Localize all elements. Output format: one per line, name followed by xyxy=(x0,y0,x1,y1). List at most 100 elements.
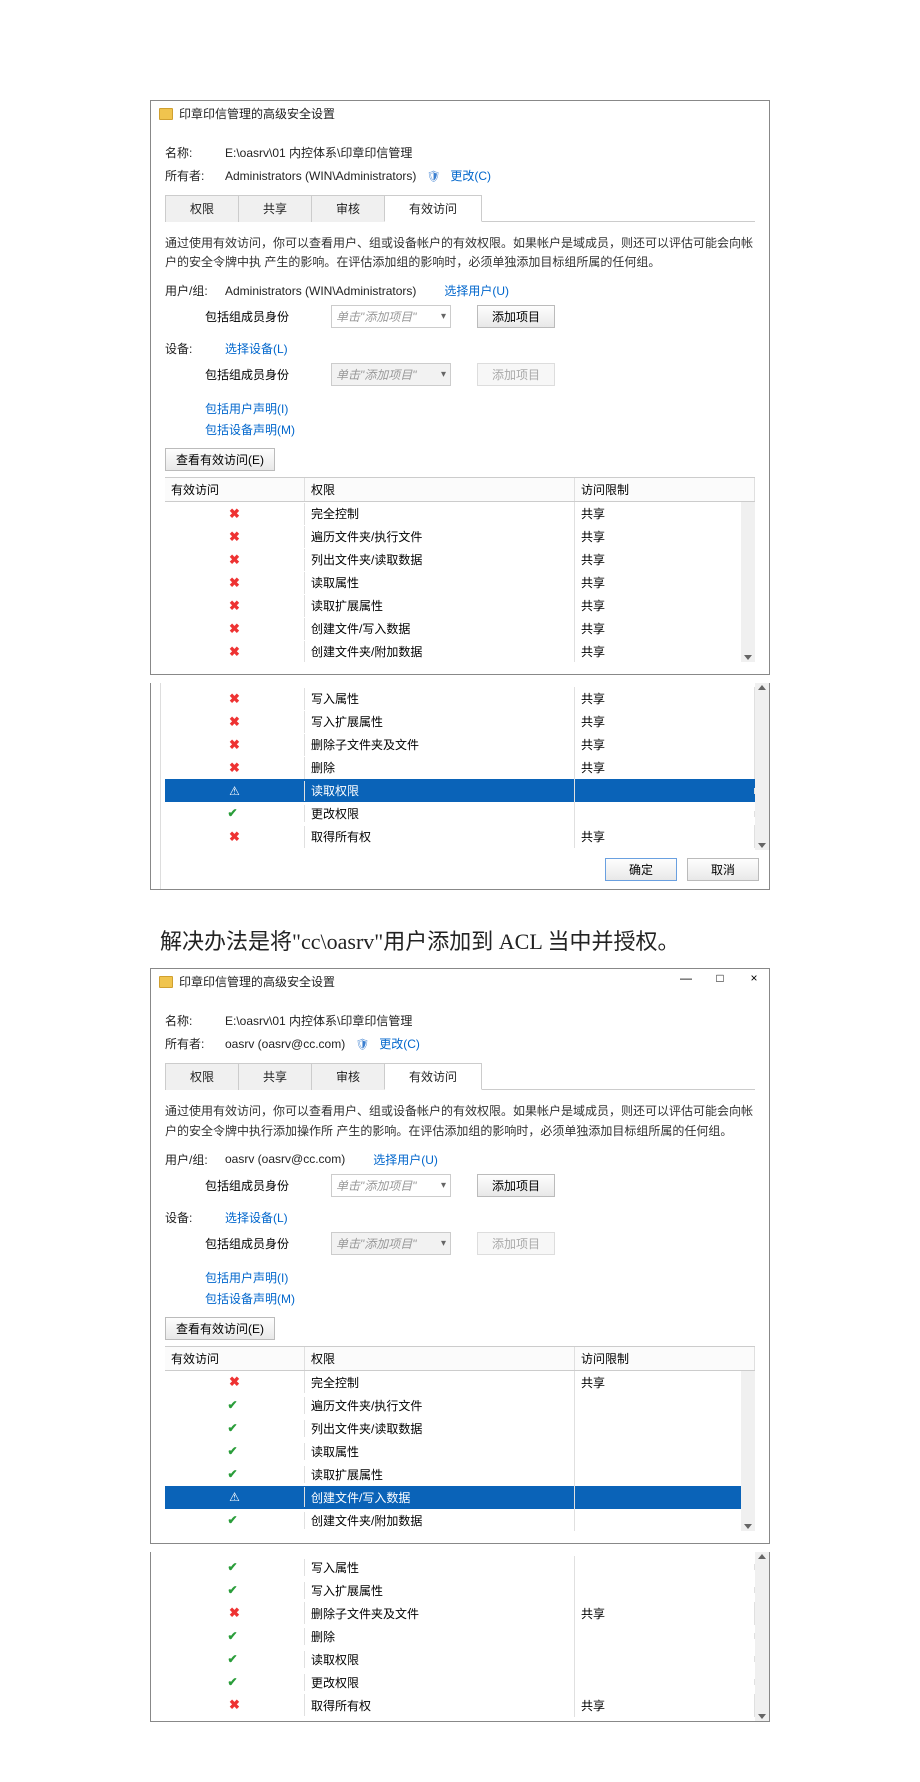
ok-button[interactable]: 确定 xyxy=(605,858,677,881)
deny-icon: ✖ xyxy=(229,552,240,568)
cell-access: ✖ xyxy=(165,549,305,571)
cell-limit: 共享 xyxy=(575,733,755,756)
table-row[interactable]: 读取扩展属性 xyxy=(165,1463,755,1486)
include-device-claim-link[interactable]: 包括设备声明(M) xyxy=(205,423,295,437)
tab-3[interactable]: 有效访问 xyxy=(384,195,482,222)
deny-icon: ✖ xyxy=(229,575,240,591)
tab-1[interactable]: 共享 xyxy=(238,195,312,222)
tab-3[interactable]: 有效访问 xyxy=(384,1063,482,1090)
table-row[interactable]: ✖写入属性共享 xyxy=(165,687,755,710)
deny-icon: ✖ xyxy=(229,598,240,614)
close-button[interactable]: × xyxy=(743,971,765,985)
maximize-button[interactable]: □ xyxy=(709,971,731,985)
table-row[interactable]: ✖删除子文件夹及文件共享 xyxy=(165,733,755,756)
deny-icon: ✖ xyxy=(229,714,240,730)
table-row[interactable]: 读取属性 xyxy=(165,1440,755,1463)
table-row[interactable]: ✖遍历文件夹/执行文件共享 xyxy=(165,525,755,548)
add-item-button[interactable]: 添加项目 xyxy=(477,1174,555,1197)
table-row[interactable]: ✖读取属性共享 xyxy=(165,571,755,594)
table-row[interactable]: 创建文件夹/附加数据 xyxy=(165,1509,755,1531)
user-group-value: Administrators (WIN\Administrators) xyxy=(225,284,416,298)
add-item-button[interactable]: 添加项目 xyxy=(477,305,555,328)
tab-0[interactable]: 权限 xyxy=(165,1063,239,1090)
scrollbar[interactable] xyxy=(741,1371,755,1531)
table-row[interactable]: 列出文件夹/读取数据 xyxy=(165,1417,755,1440)
include-member-label: 包括组成员身份 xyxy=(205,1177,323,1194)
cell-access: ✖ xyxy=(165,734,305,756)
table-row[interactable]: ✖删除子文件夹及文件共享 xyxy=(165,1602,755,1625)
cell-access xyxy=(165,1443,305,1460)
table-row[interactable]: ✖完全控制共享 xyxy=(165,1371,755,1394)
table-row[interactable]: ✖写入扩展属性共享 xyxy=(165,710,755,733)
cell-limit: 共享 xyxy=(575,1371,755,1394)
table-row[interactable]: 读取权限 xyxy=(165,1648,755,1671)
shield-icon xyxy=(355,1038,367,1050)
table-row[interactable]: ✖创建文件夹/附加数据共享 xyxy=(165,640,755,662)
cell-permission: 创建文件/写入数据 xyxy=(305,1486,575,1509)
user-group-label: 用户/组: xyxy=(165,1151,215,1168)
allow-icon xyxy=(228,1631,242,1642)
scrollbar[interactable] xyxy=(755,1552,769,1721)
scrollbar[interactable] xyxy=(741,502,755,662)
include-device-claim-link[interactable]: 包括设备声明(M) xyxy=(205,1292,295,1306)
cell-limit xyxy=(575,1633,755,1639)
table-row[interactable]: ✖列出文件夹/读取数据共享 xyxy=(165,548,755,571)
add-item-dropdown[interactable]: 单击"添加项目"▾ xyxy=(331,305,451,328)
view-effective-access-button[interactable]: 查看有效访问(E) xyxy=(165,448,275,471)
table-row[interactable]: ✖创建文件/写入数据共享 xyxy=(165,617,755,640)
folder-icon xyxy=(159,108,173,120)
select-user-link[interactable]: 选择用户(U) xyxy=(373,1151,438,1168)
scrollbar[interactable] xyxy=(755,683,769,850)
tab-1[interactable]: 共享 xyxy=(238,1063,312,1090)
warn-icon xyxy=(228,1490,242,1504)
table-row[interactable]: ✖读取扩展属性共享 xyxy=(165,594,755,617)
allow-icon xyxy=(228,1562,242,1573)
cell-permission: 遍历文件夹/执行文件 xyxy=(305,525,575,548)
change-owner-link[interactable]: 更改(C) xyxy=(379,1035,420,1052)
minimize-button[interactable]: — xyxy=(675,971,697,985)
cell-limit xyxy=(575,1587,755,1593)
tab-2[interactable]: 审核 xyxy=(311,195,385,222)
include-member-label: 包括组成员身份 xyxy=(205,308,323,325)
table-row[interactable]: ✖取得所有权共享 xyxy=(165,1694,755,1717)
table-row[interactable]: 写入属性 xyxy=(165,1556,755,1579)
cell-limit: 共享 xyxy=(575,571,755,594)
cell-limit xyxy=(575,1564,755,1570)
cell-access xyxy=(165,1582,305,1599)
cell-permission: 写入扩展属性 xyxy=(305,1579,575,1602)
header-limit: 访问限制 xyxy=(575,1347,755,1370)
cell-permission: 取得所有权 xyxy=(305,825,575,848)
table-row[interactable]: 更改权限 xyxy=(165,1671,755,1694)
cell-permission: 读取扩展属性 xyxy=(305,1463,575,1486)
table-row[interactable]: ✖取得所有权共享 xyxy=(165,825,755,848)
deny-icon: ✖ xyxy=(229,1374,240,1390)
cancel-button[interactable]: 取消 xyxy=(687,858,759,881)
cell-access xyxy=(165,1512,305,1529)
select-user-link[interactable]: 选择用户(U) xyxy=(444,282,509,299)
include-user-claim-link[interactable]: 包括用户声明(I) xyxy=(205,1271,288,1285)
table-row[interactable]: 删除 xyxy=(165,1625,755,1648)
tab-2[interactable]: 审核 xyxy=(311,1063,385,1090)
add-item-dropdown[interactable]: 单击"添加项目"▾ xyxy=(331,1174,451,1197)
include-user-claim-link[interactable]: 包括用户声明(I) xyxy=(205,402,288,416)
titlebar: 印章印信管理的高级安全设置 xyxy=(151,101,769,126)
select-device-link[interactable]: 选择设备(L) xyxy=(225,1209,288,1226)
cell-limit xyxy=(575,1448,755,1454)
table-row[interactable]: 读取权限 xyxy=(165,779,755,802)
change-owner-link[interactable]: 更改(C) xyxy=(450,167,491,184)
view-effective-access-button[interactable]: 查看有效访问(E) xyxy=(165,1317,275,1340)
owner-value: Administrators (WIN\Administrators) xyxy=(225,169,416,183)
table-row[interactable]: 创建文件/写入数据 xyxy=(165,1486,755,1509)
cell-access: ✖ xyxy=(165,526,305,548)
allow-icon xyxy=(228,808,242,819)
select-device-link[interactable]: 选择设备(L) xyxy=(225,340,288,357)
table-row[interactable]: 更改权限 xyxy=(165,802,755,825)
table-row[interactable]: ✖完全控制共享 xyxy=(165,502,755,525)
cell-access xyxy=(165,1487,305,1507)
table-row[interactable]: 遍历文件夹/执行文件 xyxy=(165,1394,755,1417)
table-row[interactable]: 写入扩展属性 xyxy=(165,1579,755,1602)
table-row[interactable]: ✖删除共享 xyxy=(165,756,755,779)
name-label: 名称: xyxy=(165,1012,215,1029)
tab-0[interactable]: 权限 xyxy=(165,195,239,222)
user-group-label: 用户/组: xyxy=(165,282,215,299)
